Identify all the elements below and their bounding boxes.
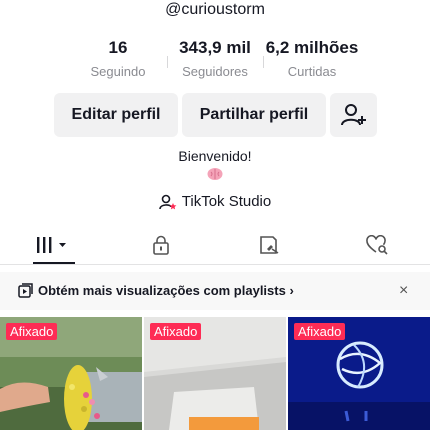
playlist-banner-text: Obtém mais visualizações com playlists ›: [38, 283, 294, 298]
user-star-icon: [158, 194, 177, 209]
add-friend-button[interactable]: [330, 93, 377, 137]
stat-following[interactable]: 16 Seguindo: [78, 38, 158, 80]
profile-stats: 16 Seguindo 343,9 mil Seguidores 6,2 mil…: [0, 38, 430, 82]
liked-heart-icon: [366, 235, 388, 255]
tiktok-studio-link[interactable]: TikTok Studio: [0, 193, 430, 210]
share-profile-button[interactable]: Partilhar perfil: [182, 93, 326, 137]
chevron-right-icon: ›: [289, 283, 294, 298]
pinned-badge: Afixado: [150, 323, 202, 340]
video-thumbnail[interactable]: Afixado: [288, 317, 430, 430]
profile-bio: Bienvenido!: [178, 148, 252, 164]
add-user-icon: [340, 104, 366, 126]
stat-following-value: 16: [108, 38, 128, 57]
tabs-divider: [0, 264, 430, 265]
stat-likes-value: 6,2 milhões: [265, 38, 359, 57]
video-grid: Afixado Afixado Afixado: [0, 317, 430, 430]
stat-following-label: Seguindo: [90, 64, 146, 79]
stat-followers[interactable]: 343,9 mil Seguidores: [170, 38, 260, 80]
brain-emoji-icon: [207, 168, 223, 180]
pinned-badge: Afixado: [294, 323, 346, 340]
stat-followers-value: 343,9 mil: [179, 38, 251, 57]
lock-icon: [153, 235, 169, 255]
edit-profile-button[interactable]: Editar perfil: [54, 93, 178, 137]
video-thumbnail[interactable]: Afixado: [144, 317, 286, 430]
stat-likes-label: Curtidas: [287, 64, 337, 79]
username: @curioustorm: [165, 1, 265, 18]
tab-saved[interactable]: [239, 226, 299, 264]
stat-followers-label: Seguidores: [182, 64, 248, 79]
playlist-icon: [18, 283, 33, 298]
tab-videos[interactable]: [23, 226, 83, 264]
stat-likes[interactable]: 6,2 milhões Curtidas: [262, 38, 362, 80]
saved-icon: [260, 236, 279, 254]
stat-divider: [167, 56, 168, 68]
video-thumbnail[interactable]: Afixado: [0, 317, 142, 430]
profile-tabs: [0, 226, 430, 264]
tab-private[interactable]: [131, 226, 191, 264]
pinned-badge: Afixado: [6, 323, 58, 340]
tiktok-studio-label: TikTok Studio: [181, 193, 272, 210]
videos-grid-icon: [37, 237, 66, 253]
close-icon[interactable]: ×: [399, 282, 408, 300]
playlist-banner[interactable]: Obtém mais visualizações com playlists ›…: [0, 272, 430, 310]
stat-divider: [263, 56, 264, 68]
tab-liked[interactable]: [347, 226, 407, 264]
